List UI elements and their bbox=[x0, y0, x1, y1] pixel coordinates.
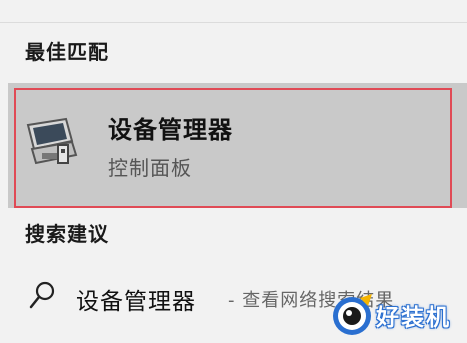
result-subtitle: 控制面板 bbox=[108, 156, 192, 180]
best-match-header: 最佳匹配 bbox=[25, 40, 109, 64]
suggestions-header: 搜索建议 bbox=[25, 222, 109, 246]
search-icon bbox=[29, 281, 55, 309]
result-title: 设备管理器 bbox=[108, 116, 233, 144]
device-manager-icon bbox=[26, 117, 78, 165]
watermark-text: 好装机 bbox=[376, 305, 451, 331]
top-strip bbox=[0, 0, 467, 23]
suggestion-text: 设备管理器 bbox=[76, 289, 196, 315]
watermark-logo-icon bbox=[333, 294, 372, 335]
watermark: 好装机 bbox=[330, 292, 467, 340]
